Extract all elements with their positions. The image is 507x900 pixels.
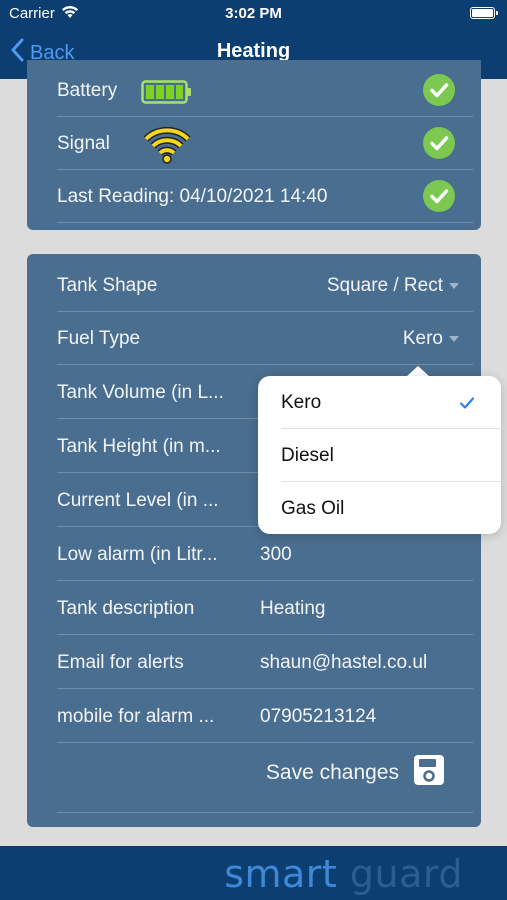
checkmark-icon: [459, 394, 475, 416]
mobile-alarm-field[interactable]: 07905213124: [260, 690, 376, 743]
tank-description-label: Tank description: [57, 598, 195, 619]
tank-description-field[interactable]: Heating: [260, 582, 326, 635]
tank-volume-label: Tank Volume (in L...: [57, 382, 224, 403]
save-changes-button[interactable]: Save changes: [266, 753, 445, 793]
fuel-type-dropdown: Kero Diesel Gas Oil: [258, 376, 501, 534]
last-reading-row: Last Reading: 04/10/2021 14:40: [57, 170, 473, 223]
low-alarm-field[interactable]: 300: [260, 528, 292, 581]
reading-ok-check-icon: [423, 180, 455, 212]
tank-description-row: Tank description Heating: [57, 582, 473, 635]
smartguard-logo: smart guard: [224, 852, 463, 896]
fuel-type-label: Fuel Type: [57, 328, 141, 349]
fuel-option-gas-oil[interactable]: Gas Oil: [258, 482, 501, 535]
fuel-option-diesel[interactable]: Diesel: [258, 429, 501, 482]
fuel-type-row: Fuel Type Kero: [57, 312, 473, 365]
email-alerts-row: Email for alerts shaun@hastel.co.ul: [57, 636, 473, 689]
save-changes-label: Save changes: [265, 761, 399, 784]
footer-bar: smart guard: [0, 846, 507, 900]
tank-shape-value: Square / Rect: [326, 275, 443, 296]
fuel-option-kero[interactable]: Kero: [258, 376, 501, 429]
last-reading-label: Last Reading: 04/10/2021 14:40: [57, 186, 328, 207]
mobile-alarm-row: mobile for alarm ... 07905213124: [57, 690, 473, 743]
battery-status-icon: [470, 7, 498, 19]
clock: 3:02 PM: [225, 5, 282, 22]
floppy-disk-icon: [413, 754, 445, 792]
tank-shape-label: Tank Shape: [57, 275, 158, 296]
tank-height-label: Tank Height (in m...: [57, 436, 221, 457]
low-alarm-row: Low alarm (in Litr... 300: [57, 528, 473, 581]
signal-row: Signal: [57, 117, 473, 170]
battery-row: Battery: [57, 64, 473, 117]
battery-ok-check-icon: [423, 74, 455, 106]
signal-ok-check-icon: [423, 127, 455, 159]
email-alerts-label: Email for alerts: [57, 652, 184, 673]
battery-level-icon: [141, 80, 193, 110]
email-alerts-field[interactable]: shaun@hastel.co.ul: [260, 636, 427, 689]
signal-strength-icon: [143, 125, 191, 171]
fuel-type-select[interactable]: Kero: [403, 312, 473, 365]
status-card: Battery Signal Last Reading: 04/10/2021 …: [27, 60, 481, 230]
settings-card: Tank Shape Square / Rect Fuel Type Kero …: [27, 254, 481, 827]
battery-label: Battery: [57, 80, 118, 101]
caret-down-icon: [449, 282, 459, 289]
status-bar: Carrier 3:02 PM: [0, 0, 507, 28]
mobile-alarm-label: mobile for alarm ...: [57, 706, 215, 727]
low-alarm-label: Low alarm (in Litr...: [57, 544, 218, 565]
save-row: Save changes: [57, 743, 473, 813]
current-level-label: Current Level (in ...: [57, 490, 219, 511]
tank-shape-select[interactable]: Square / Rect: [327, 259, 473, 312]
signal-label: Signal: [57, 133, 110, 154]
caret-down-icon: [449, 335, 459, 342]
fuel-type-value: Kero: [402, 328, 443, 349]
tank-shape-row: Tank Shape Square / Rect: [57, 259, 473, 312]
